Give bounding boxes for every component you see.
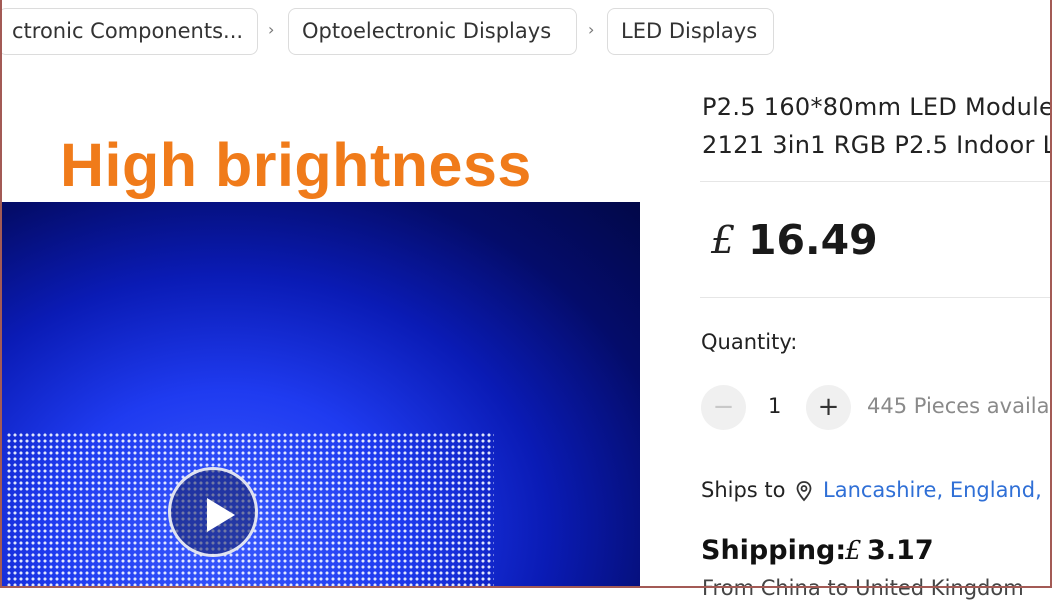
breadcrumb-item-optoelectronic-displays[interactable]: Optoelectronic Displays bbox=[288, 8, 577, 55]
breadcrumb-label: Optoelectronic Displays bbox=[302, 19, 552, 43]
decrease-quantity-button[interactable]: − bbox=[701, 385, 746, 430]
ships-to-label: Ships to bbox=[701, 478, 786, 502]
breadcrumb-item-led-displays[interactable]: LED Displays bbox=[607, 8, 774, 55]
shipping-currency: £ bbox=[845, 536, 862, 566]
increase-quantity-button[interactable]: + bbox=[806, 385, 851, 430]
divider bbox=[700, 297, 1052, 298]
chevron-right-icon: › bbox=[588, 20, 595, 39]
chevron-right-icon: › bbox=[268, 20, 275, 39]
play-icon[interactable] bbox=[168, 467, 258, 557]
breadcrumb-item-electronic-components[interactable]: ctronic Components... bbox=[0, 8, 258, 55]
product-title-line-1: P2.5 160*80mm LED Module bbox=[702, 93, 1052, 121]
breadcrumb-label: ctronic Components... bbox=[12, 19, 244, 43]
breadcrumb-label: LED Displays bbox=[621, 19, 758, 43]
image-caption: High brightness bbox=[60, 131, 532, 199]
price-currency: £ bbox=[711, 218, 736, 262]
location-pin-icon bbox=[796, 481, 812, 502]
available-count: 445 Pieces availab bbox=[867, 394, 1052, 418]
quantity-value[interactable]: 1 bbox=[768, 394, 781, 418]
ship-location-link[interactable]: Lancashire, England, U bbox=[823, 478, 1052, 502]
quantity-label: Quantity: bbox=[701, 330, 798, 354]
product-media[interactable]: High brightness bbox=[2, 92, 640, 588]
shipping-route: From China to United Kingdom bbox=[702, 576, 1024, 600]
product-title-line-2: 2121 3in1 RGB P2.5 Indoor L bbox=[702, 131, 1052, 159]
shipping-cost: 3.17 bbox=[867, 535, 934, 566]
price-value: 16.49 bbox=[748, 216, 878, 264]
divider bbox=[700, 181, 1052, 182]
shipping-label: Shipping: bbox=[701, 535, 847, 566]
